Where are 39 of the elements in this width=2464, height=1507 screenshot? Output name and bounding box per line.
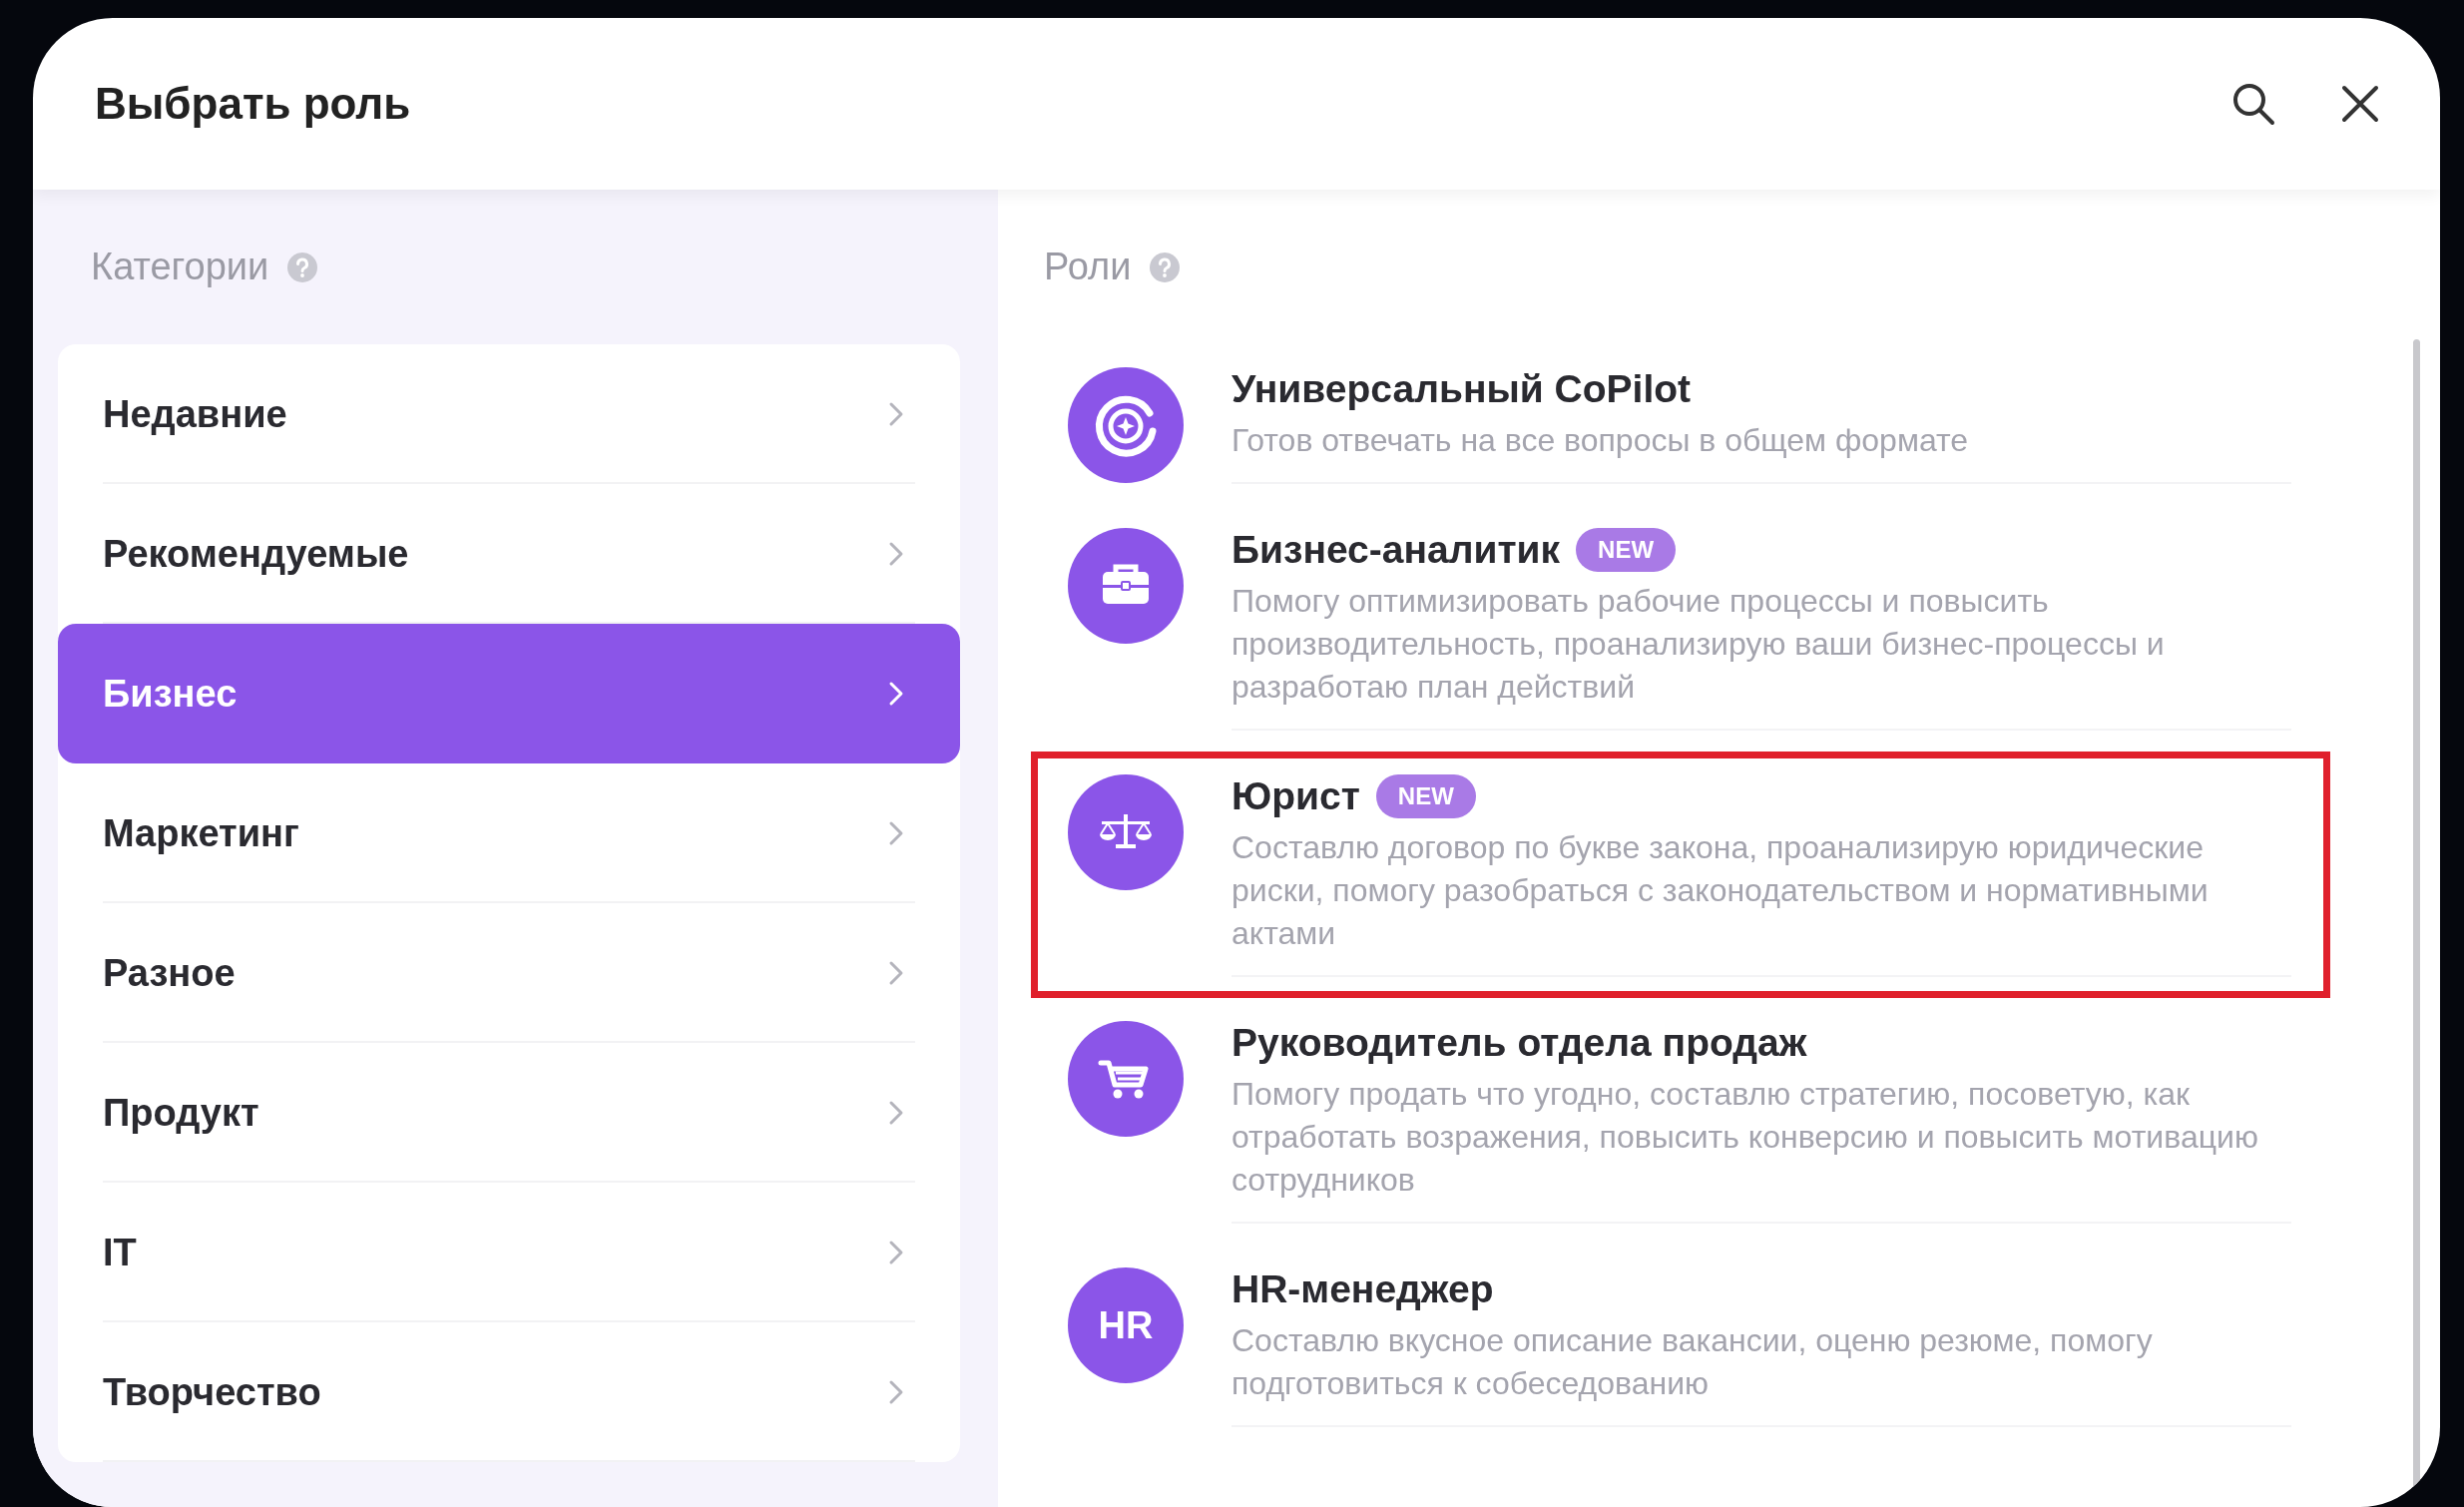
chevron-right-icon bbox=[888, 820, 904, 846]
search-icon bbox=[2230, 81, 2276, 127]
role-avatar: HR bbox=[1068, 1267, 1184, 1383]
dialog-title: Выбрать роль bbox=[95, 79, 412, 129]
role-name: Универсальный CoPilot bbox=[1232, 367, 1692, 411]
role-name: Бизнес-аналитик bbox=[1232, 528, 1561, 572]
role-item[interactable]: HR HR-менеджер Составлю вкусное описание вакансии, оценю резюме, помогу подготовиться к собеседованию bbox=[1031, 1245, 2330, 1448]
help-icon[interactable] bbox=[1149, 251, 1182, 283]
role-description: Помогу оптимизировать рабочие процессы и повысить производительность, проанализирую ваши бизнес-процессы и разработаю план действий bbox=[1232, 582, 2166, 707]
role-description: Составлю вкусное описание вакансии, оценю резюме, помогу подготовиться к собеседованию bbox=[1232, 1321, 2154, 1403]
role-description: Помогу продать что угодно, составлю стратегию, посоветую, как отработать возражения, повысить конверсию и повысить мотивацию сотрудников bbox=[1232, 1075, 2259, 1200]
copilot-logo-icon bbox=[1068, 367, 1184, 483]
section-title: Категории bbox=[91, 246, 269, 288]
role-name: HR-менеджер bbox=[1232, 1267, 1494, 1311]
role-description: Составлю договор по букве закона, проанализирую юридические риски, помогу разобраться с законодательством и нормативными актами bbox=[1232, 828, 2210, 953]
chevron-right-icon bbox=[888, 1100, 904, 1126]
role-name: Руководитель отдела продаж bbox=[1232, 1021, 1807, 1065]
category-item[interactable]: Недавние bbox=[58, 344, 960, 484]
role-item[interactable]: Руководитель отдела продаж Помогу продать что угодно, составлю стратегию, посоветую, как отработать возражения, повысить конверсию и повысить мотивацию сотрудников bbox=[1031, 998, 2330, 1245]
new-badge: NEW bbox=[1576, 528, 1677, 572]
chevron-right-icon bbox=[888, 1240, 904, 1265]
close-icon bbox=[2340, 84, 2380, 124]
shopping-cart-icon bbox=[1068, 1021, 1184, 1137]
category-item[interactable]: Бизнес bbox=[58, 624, 960, 763]
role-item[interactable]: Бизнес-аналитик NEW Помогу оптимизировать рабочие процессы и повысить производительность, проанализирую ваши бизнес-процессы и разработаю план действий bbox=[1031, 505, 2330, 752]
role-item[interactable]: Универсальный CoPilot Готов отвечать на все вопросы в общем формате bbox=[1031, 344, 2330, 505]
new-badge: NEW bbox=[1375, 774, 1476, 818]
section-title: Роли bbox=[1044, 246, 1132, 288]
chevron-right-icon bbox=[888, 1379, 904, 1405]
role-description: Готов отвечать на все вопросы в общем формате bbox=[1232, 421, 1970, 460]
chevron-right-icon bbox=[888, 681, 904, 707]
chevron-right-icon bbox=[888, 541, 904, 567]
chevron-right-icon bbox=[888, 960, 904, 986]
briefcase-icon bbox=[1068, 528, 1184, 644]
highlight-frame[interactable]: Юрист NEW Составлю договор по букве закона, проанализирую юридические риски, помогу разобраться с законодательством и нормативными актами bbox=[1031, 752, 2330, 998]
chevron-right-icon bbox=[888, 401, 904, 427]
role-name: Юрист bbox=[1232, 774, 1360, 818]
help-icon[interactable] bbox=[286, 251, 319, 283]
scales-icon bbox=[1068, 774, 1184, 890]
